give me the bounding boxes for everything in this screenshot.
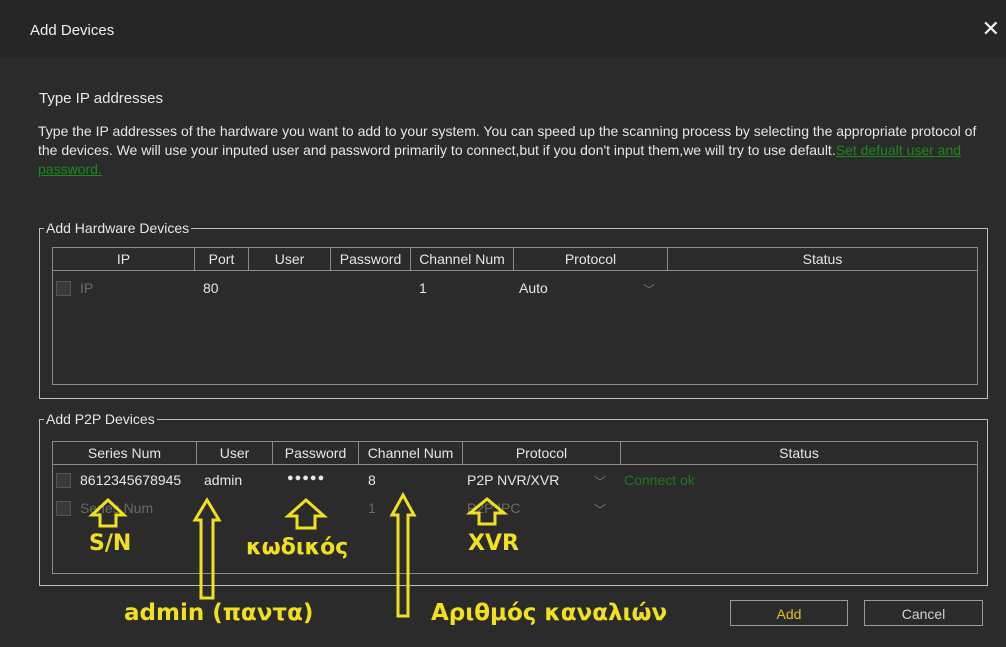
- arrow-xvr: [465, 497, 509, 526]
- arrow-sn: [88, 497, 128, 528]
- annotation-channels: Αριθμός καναλιών: [431, 600, 668, 626]
- annotation-password: κωδικός: [246, 535, 349, 560]
- annotation-sn: S/N: [89, 531, 132, 556]
- arrow-password: [284, 497, 328, 530]
- arrow-channels: [389, 491, 417, 618]
- annotation-admin: admin (παντα): [124, 600, 314, 626]
- annotation-xvr: XVR: [468, 531, 519, 556]
- arrow-admin: [192, 497, 222, 600]
